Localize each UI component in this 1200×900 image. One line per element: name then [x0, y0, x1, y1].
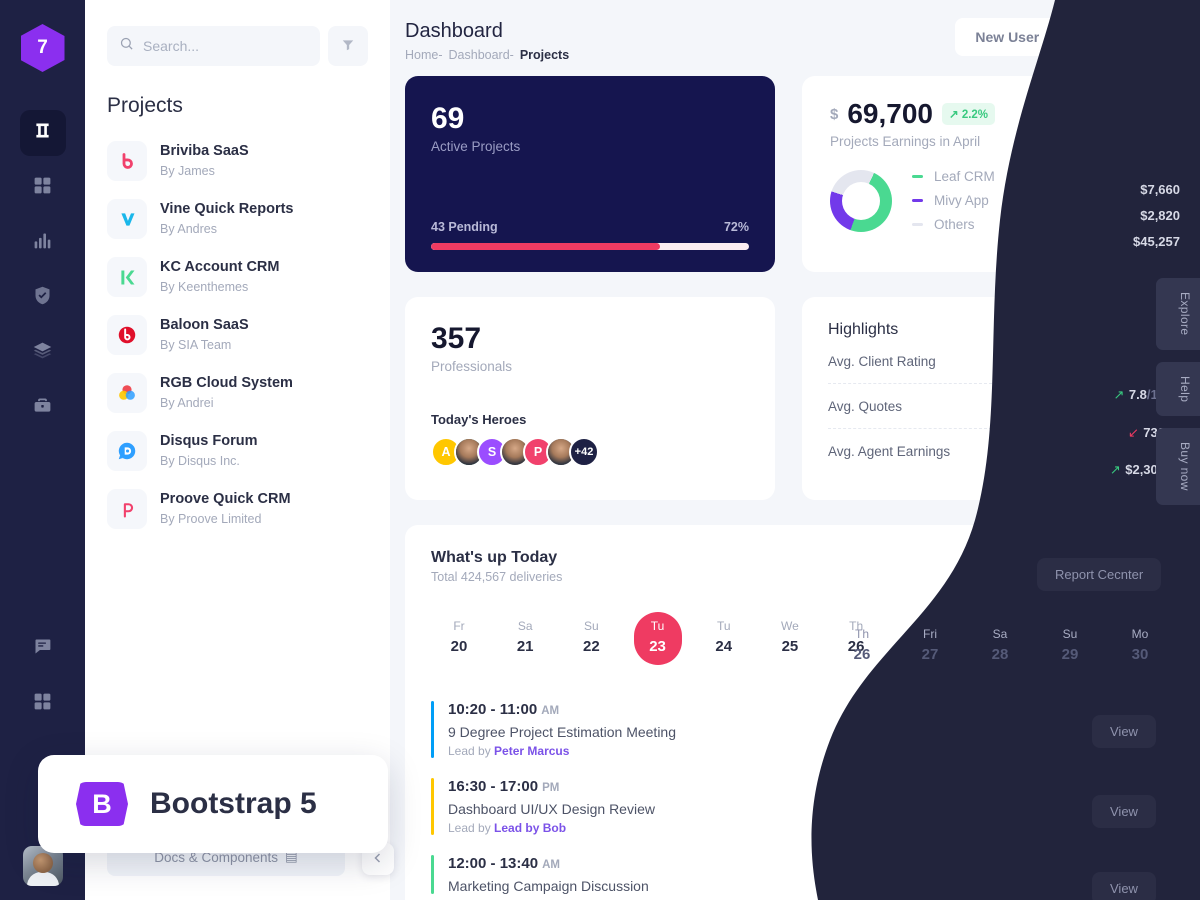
view-button-dark-3[interactable]: View [1092, 872, 1156, 900]
edge-tab-help[interactable]: Help [1156, 361, 1200, 416]
legend-value-dark-mivy: $2,820 [1140, 208, 1180, 223]
calendar-day-27-dark[interactable]: Fri 27 [906, 627, 954, 663]
highlight-value-dark-quotes: ↙ 730 [1127, 425, 1165, 440]
promo-badge-text: Bootstrap 5 [150, 787, 317, 820]
view-button-dark-1[interactable]: View [1092, 715, 1156, 748]
calendar-day-29-dark[interactable]: Su 29 [1046, 627, 1094, 663]
promo-badge[interactable]: B Bootstrap 5 [38, 755, 388, 853]
report-center-button-dark[interactable]: Report Cecnter [1037, 558, 1162, 591]
legend-value-dark-leaf: $7,660 [1140, 182, 1180, 197]
calendar-day-26-dark[interactable]: Th 26 [838, 627, 886, 663]
edge-tab-buy-now[interactable]: Buy now [1156, 427, 1200, 505]
edge-tab-explore[interactable]: Explore [1156, 278, 1200, 350]
legend-value-dark-others: $45,257 [1133, 234, 1180, 249]
bootstrap-logo-icon: B [76, 782, 128, 826]
dashboard-app: 7 Search... Projects Briviba SaaS By Jam… [0, 0, 1200, 900]
calendar-day-28-dark[interactable]: Sa 28 [976, 627, 1024, 663]
bootstrap-logo-letter: B [92, 788, 112, 819]
calendar-day-30-dark[interactable]: Mo 30 [1116, 627, 1164, 663]
view-button-dark-2[interactable]: View [1092, 795, 1156, 828]
edge-tabs: Explore Help Buy now [1156, 278, 1200, 505]
highlight-value-dark-rating: ↗ 7.8/10 [1113, 387, 1165, 402]
highlight-value-dark-earnings: ↗ $2,309 [1109, 462, 1165, 477]
